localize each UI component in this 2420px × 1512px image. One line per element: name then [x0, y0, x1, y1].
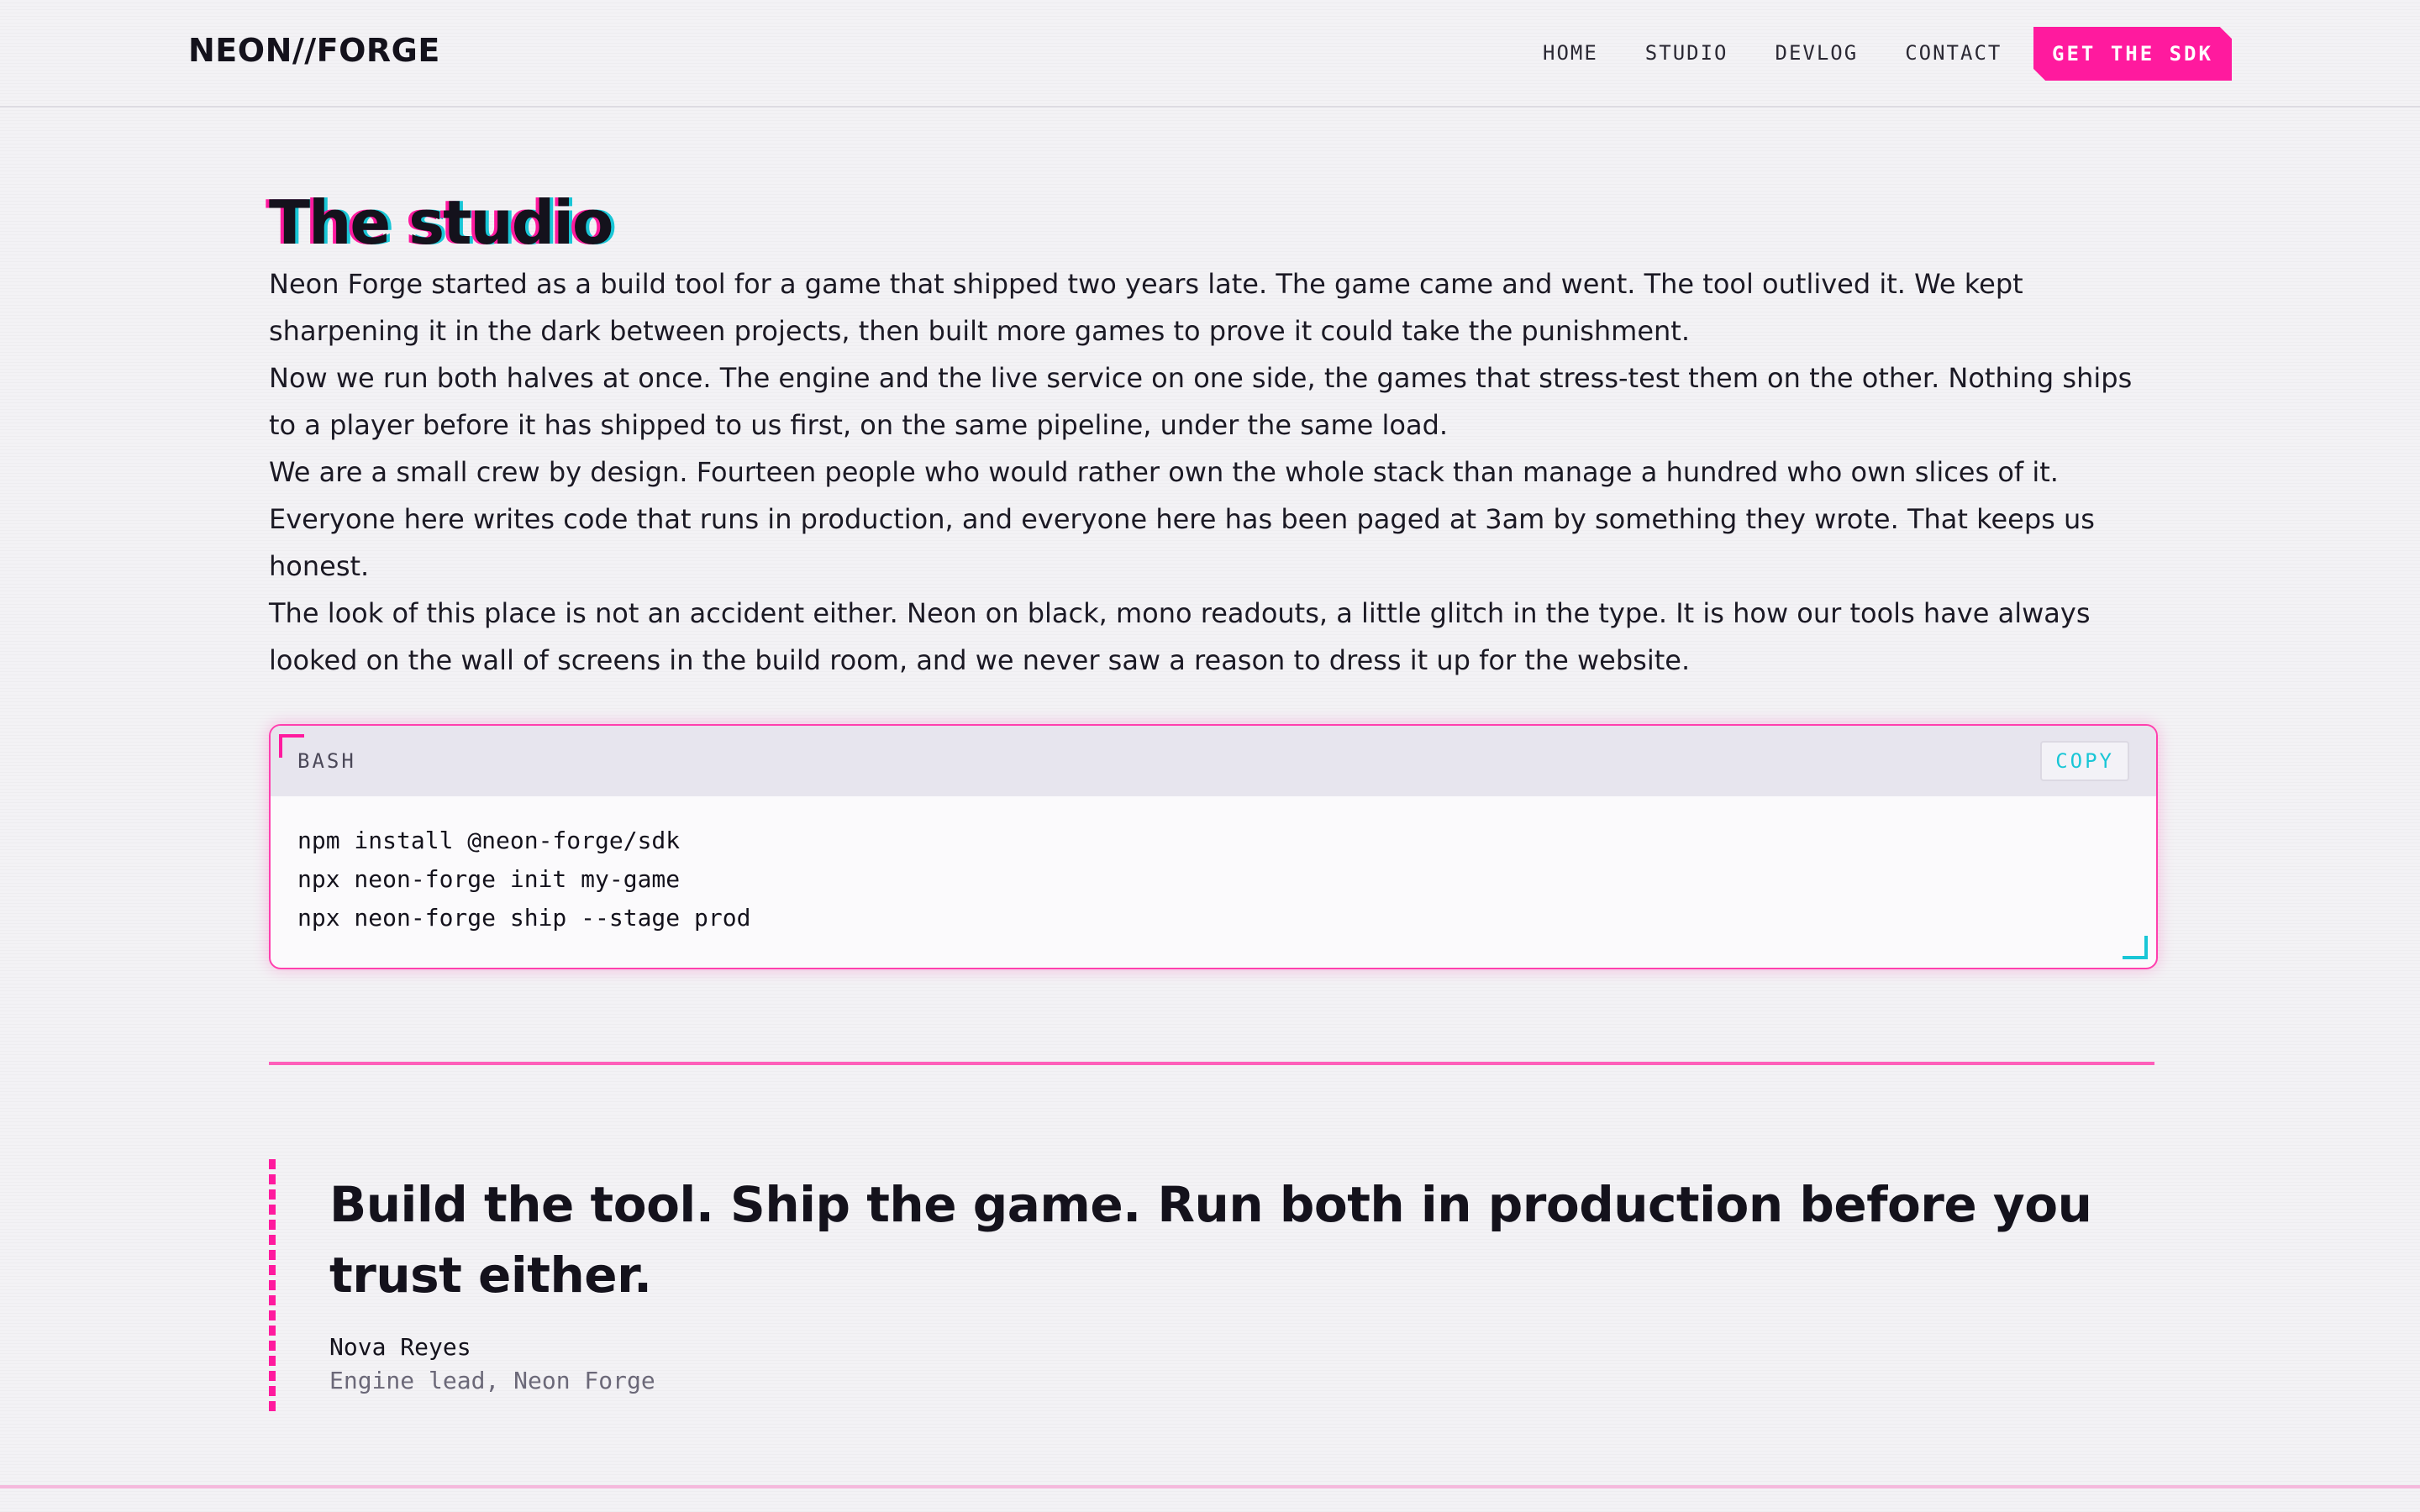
intro-paragraph: We are a small crew by design. Fourteen …	[269, 456, 2095, 582]
quote-accent-bar	[269, 1159, 276, 1416]
section-divider	[269, 1062, 2154, 1065]
nav-home[interactable]: HOME	[1543, 40, 1598, 66]
code-line: npx neon-forge init my-game	[297, 865, 681, 893]
code-language-label: BASH	[297, 749, 356, 773]
site-header: NEON//FORGE HOME STUDIO DEVLOG CONTACT G…	[0, 0, 2420, 108]
quote-author: Nova Reyes	[329, 1333, 471, 1361]
page-title: The studio	[269, 187, 613, 258]
code-line: npx neon-forge ship --stage prod	[297, 904, 751, 932]
nav-devlog[interactable]: DEVLOG	[1776, 40, 1859, 66]
intro-paragraph: The look of this place is not an acciden…	[269, 597, 2091, 676]
corner-bracket-icon	[2123, 936, 2148, 959]
get-sdk-button[interactable]: GET THE SDK	[2033, 27, 2232, 81]
code-block-header: BASH COPY	[271, 726, 2156, 796]
code-body[interactable]: npm install @neon-forge/sdk npx neon-for…	[271, 796, 2156, 968]
quote-author-role: Engine lead, Neon Forge	[329, 1367, 655, 1394]
pull-quote: Build the tool. Ship the game. Run both …	[269, 1159, 2151, 1416]
intro-paragraph: Now we run both halves at once. The engi…	[269, 362, 2133, 441]
site-logo[interactable]: NEON//FORGE	[188, 32, 440, 69]
footer-divider	[0, 1485, 2420, 1488]
copy-button[interactable]: COPY	[2040, 741, 2129, 781]
main-nav: HOME STUDIO DEVLOG CONTACT	[1543, 40, 2002, 66]
corner-bracket-icon	[279, 734, 304, 758]
nav-contact[interactable]: CONTACT	[1905, 40, 2002, 66]
code-line: npm install @neon-forge/sdk	[297, 827, 681, 854]
code-block: BASH COPY npm install @neon-forge/sdk np…	[269, 724, 2158, 969]
main-content: The studio Neon Forge started as a build…	[269, 185, 2158, 1416]
intro-paragraph: Neon Forge started as a build tool for a…	[269, 268, 2023, 347]
nav-studio[interactable]: STUDIO	[1645, 40, 1728, 66]
quote-text: Build the tool. Ship the game. Run both …	[329, 1176, 2092, 1304]
intro-section: Neon Forge started as a build tool for a…	[269, 260, 2151, 684]
